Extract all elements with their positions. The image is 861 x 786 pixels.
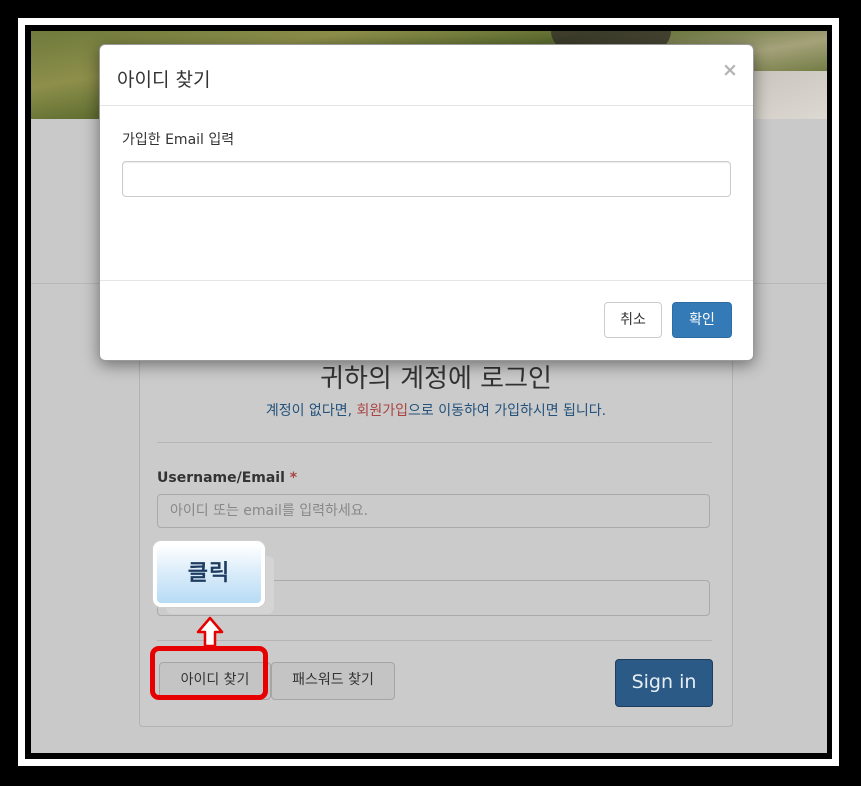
modal-header-divider: [100, 105, 753, 106]
login-subtitle: 계정이 없다면, 회원가입으로 이동하여 가입하시면 됩니다.: [140, 400, 732, 420]
signup-link[interactable]: 회원가입: [356, 403, 408, 419]
login-divider: [157, 442, 712, 443]
modal-footer-divider: [100, 280, 753, 281]
up-arrow-icon: [196, 616, 224, 648]
email-label: 가입한 Email 입력: [122, 132, 235, 148]
subtitle-text-pre: 계정이 없다면,: [265, 403, 357, 419]
signin-button[interactable]: Sign in: [615, 659, 713, 707]
cancel-button[interactable]: 취소: [604, 302, 662, 338]
close-icon[interactable]: ×: [722, 59, 738, 81]
email-field[interactable]: [122, 161, 731, 197]
modal-title: 아이디 찾기: [117, 69, 211, 91]
login-title: 귀하의 계정에 로그인: [320, 364, 552, 394]
confirm-button[interactable]: 확인: [672, 302, 732, 338]
username-label: Username/Email *: [157, 470, 297, 486]
subtitle-text-post: 으로 이동하여 가입하시면 됩니다.: [408, 403, 607, 419]
click-highlight-box: [150, 646, 268, 700]
login-divider-bottom: [157, 640, 712, 641]
required-mark: *: [289, 470, 298, 486]
find-id-modal: 아이디 찾기 × 가입한 Email 입력 취소 확인: [99, 44, 754, 361]
find-password-button[interactable]: 패스워드 찾기: [271, 662, 395, 700]
username-label-text: Username/Email: [157, 470, 285, 486]
username-input[interactable]: 아이디 또는 email를 입력하세요.: [157, 494, 710, 528]
click-callout: 클릭: [153, 541, 265, 607]
